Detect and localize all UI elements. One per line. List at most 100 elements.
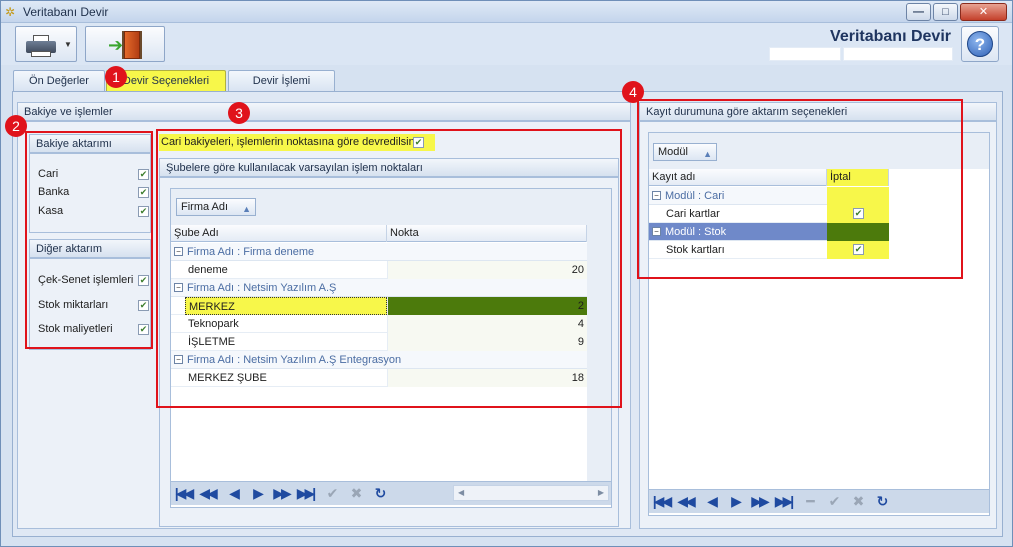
prev-page-icon[interactable]: ◀◀ [197,484,218,502]
group-row-selected[interactable]: − Modül : Stok [649,223,889,241]
stok-maliyetleri-option[interactable]: Stok maliyetleri ✔ [38,321,150,337]
kayit-durumu-header: Kayıt durumuna göre aktarım seçenekleri [639,102,997,121]
banka-option[interactable]: Banka ✔ [38,184,150,200]
group-row[interactable]: − Firma Adı : Netsim Yazılım A.Ş [171,279,587,297]
bakiye-aktarimi-panel: Cari ✔ Banka ✔ Kasa ✔ [29,153,151,233]
stok-maliyetleri-checkbox[interactable]: ✔ [138,324,149,335]
window-title: Veritabanı Devir [23,5,109,19]
col-sube-adi[interactable]: Şube Adı [171,225,387,242]
print-button[interactable]: ▼ [15,26,77,62]
col-iptal[interactable]: İptal [827,169,889,186]
title-field-right [843,47,953,61]
stok-kartlari-iptal-checkbox[interactable]: ✔ [853,244,864,255]
group-row[interactable]: − Firma Adı : Netsim Yazılım A.Ş Entegra… [171,351,587,369]
sube-noktalari-header: Şubelere göre kullanılacak varsayılan iş… [159,158,619,177]
table-row[interactable]: İŞLETME 9 [171,333,587,351]
page-title: Veritabanı Devir [830,28,951,45]
prev-page-icon[interactable]: ◀◀ [675,492,696,510]
table-row[interactable]: Stok kartları ✔ [649,241,889,259]
apply-icon[interactable]: ✔ [321,484,341,502]
kayit-grid-navigator: |◀◀ ◀◀ ◀ ▶ ▶▶ ▶▶| ━ ✔ ✖ ↻ [649,489,989,513]
dropdown-arrow-icon[interactable]: ▼ [64,40,72,49]
diger-aktarim-header: Diğer aktarım [29,239,151,258]
first-record-icon[interactable]: |◀◀ [173,484,194,502]
title-bar: ✲ Veritabanı Devir — □ ✕ [1,1,1012,23]
kasa-checkbox[interactable]: ✔ [138,206,149,217]
cek-senet-checkbox[interactable]: ✔ [138,275,149,286]
next-record-icon[interactable]: ▶ [247,484,267,502]
annotation-marker-4: 4 [622,81,644,103]
bakiye-aktarimi-header: Bakiye aktarımı [29,134,151,153]
collapse-icon[interactable]: − [174,355,183,364]
col-nokta[interactable]: Nokta [387,225,587,242]
first-record-icon[interactable]: |◀◀ [651,492,672,510]
exit-button[interactable]: ➔ [85,26,165,62]
annotation-marker-1: 1 [105,66,127,88]
groupby-modul[interactable]: Modül ▲ [653,143,717,161]
next-record-icon[interactable]: ▶ [725,492,745,510]
app-window: ✲ Veritabanı Devir — □ ✕ ▼ ➔ Veritabanı … [0,0,1013,547]
table-row-selected[interactable]: MERKEZ 2 [171,297,587,315]
next-page-icon[interactable]: ▶▶ [271,484,292,502]
apply-icon[interactable]: ✔ [823,492,843,510]
prev-record-icon[interactable]: ◀ [701,492,721,510]
cari-checkbox[interactable]: ✔ [138,169,149,180]
kayit-grid-header: Kayıt adı İptal [649,169,889,186]
exit-door-icon: ➔ [108,31,144,59]
cancel-icon[interactable]: ✖ [345,484,365,502]
collapse-icon[interactable]: − [174,247,183,256]
cari-noktasina-checkbox[interactable]: ✔ [413,137,424,148]
banka-checkbox[interactable]: ✔ [138,187,149,198]
sube-grid-navigator: |◀◀ ◀◀ ◀ ▶ ▶▶ ▶▶| ✔ ✖ ↻ ◀ ▶ [171,481,611,505]
next-page-icon[interactable]: ▶▶ [749,492,770,510]
group-row[interactable]: − Firma Adı : Firma deneme [171,243,587,261]
printer-icon [26,35,56,57]
tab-devir-islemi[interactable]: Devir İşlemi [228,70,335,91]
maximize-button[interactable]: □ [933,3,958,21]
cari-option[interactable]: Cari ✔ [38,166,150,182]
tab-strip: Ön Değerler Devir Seçenekleri Devir İşle… [1,65,1012,91]
title-field-left [769,47,841,61]
help-icon: ? [967,31,993,57]
stok-miktarlari-option[interactable]: Stok miktarları ✔ [38,297,150,313]
scroll-right-icon[interactable]: ▶ [598,486,604,500]
table-row[interactable]: deneme 20 [171,261,587,279]
refresh-icon[interactable]: ↻ [369,484,389,502]
tab-on-degerler[interactable]: Ön Değerler [13,70,105,91]
collapse-icon[interactable]: − [652,227,661,236]
diger-aktarim-panel: Çek-Senet işlemleri ✔ Stok miktarları ✔ … [29,258,151,350]
cari-kartlar-iptal-checkbox[interactable]: ✔ [853,208,864,219]
prev-record-icon[interactable]: ◀ [223,484,243,502]
sube-grid: Firma Adı ▲ Şube Adı Nokta − Firma Adı :… [170,188,612,508]
table-row[interactable]: Cari kartlar ✔ [649,205,889,223]
cari-noktasina-option[interactable]: Cari bakiyeleri, işlemlerin noktasına gö… [159,134,435,151]
group-row[interactable]: − Modül : Cari [649,187,889,205]
cancel-icon[interactable]: ✖ [847,492,867,510]
collapse-icon[interactable]: − [174,283,183,292]
tab-page: Bakiye ve işlemler Bakiye aktarımı Cari … [12,91,1003,537]
close-button[interactable]: ✕ [960,3,1007,21]
help-button[interactable]: ? [961,26,999,62]
cek-senet-option[interactable]: Çek-Senet işlemleri ✔ [38,272,150,288]
sort-asc-icon: ▲ [703,149,712,159]
kasa-option[interactable]: Kasa ✔ [38,203,150,219]
vertical-scroll-area[interactable] [587,225,611,487]
kayit-grid: Modül ▲ Kayıt adı İptal − Modül : Cari C… [648,132,990,516]
table-row[interactable]: Teknopark 4 [171,315,587,333]
stok-miktarlari-checkbox[interactable]: ✔ [138,300,149,311]
app-icon: ✲ [5,5,16,19]
col-kayit-adi[interactable]: Kayıt adı [649,169,827,186]
scroll-left-icon[interactable]: ◀ [458,486,464,500]
groupby-firma-adi[interactable]: Firma Adı ▲ [176,198,256,216]
annotation-marker-2: 2 [5,115,27,137]
sube-grid-header: Şube Adı Nokta [171,225,587,242]
collapse-icon[interactable]: − [652,191,661,200]
last-record-icon[interactable]: ▶▶| [295,484,316,502]
refresh-icon[interactable]: ↻ [871,492,891,510]
minimize-button[interactable]: — [906,3,931,21]
horizontal-scrollbar[interactable]: ◀ ▶ [453,485,609,501]
last-record-icon[interactable]: ▶▶| [773,492,794,510]
bakiye-islemler-header: Bakiye ve işlemler [17,102,631,121]
table-row[interactable]: MERKEZ ŞUBE 18 [171,369,587,387]
delete-icon[interactable]: ━ [799,492,819,510]
